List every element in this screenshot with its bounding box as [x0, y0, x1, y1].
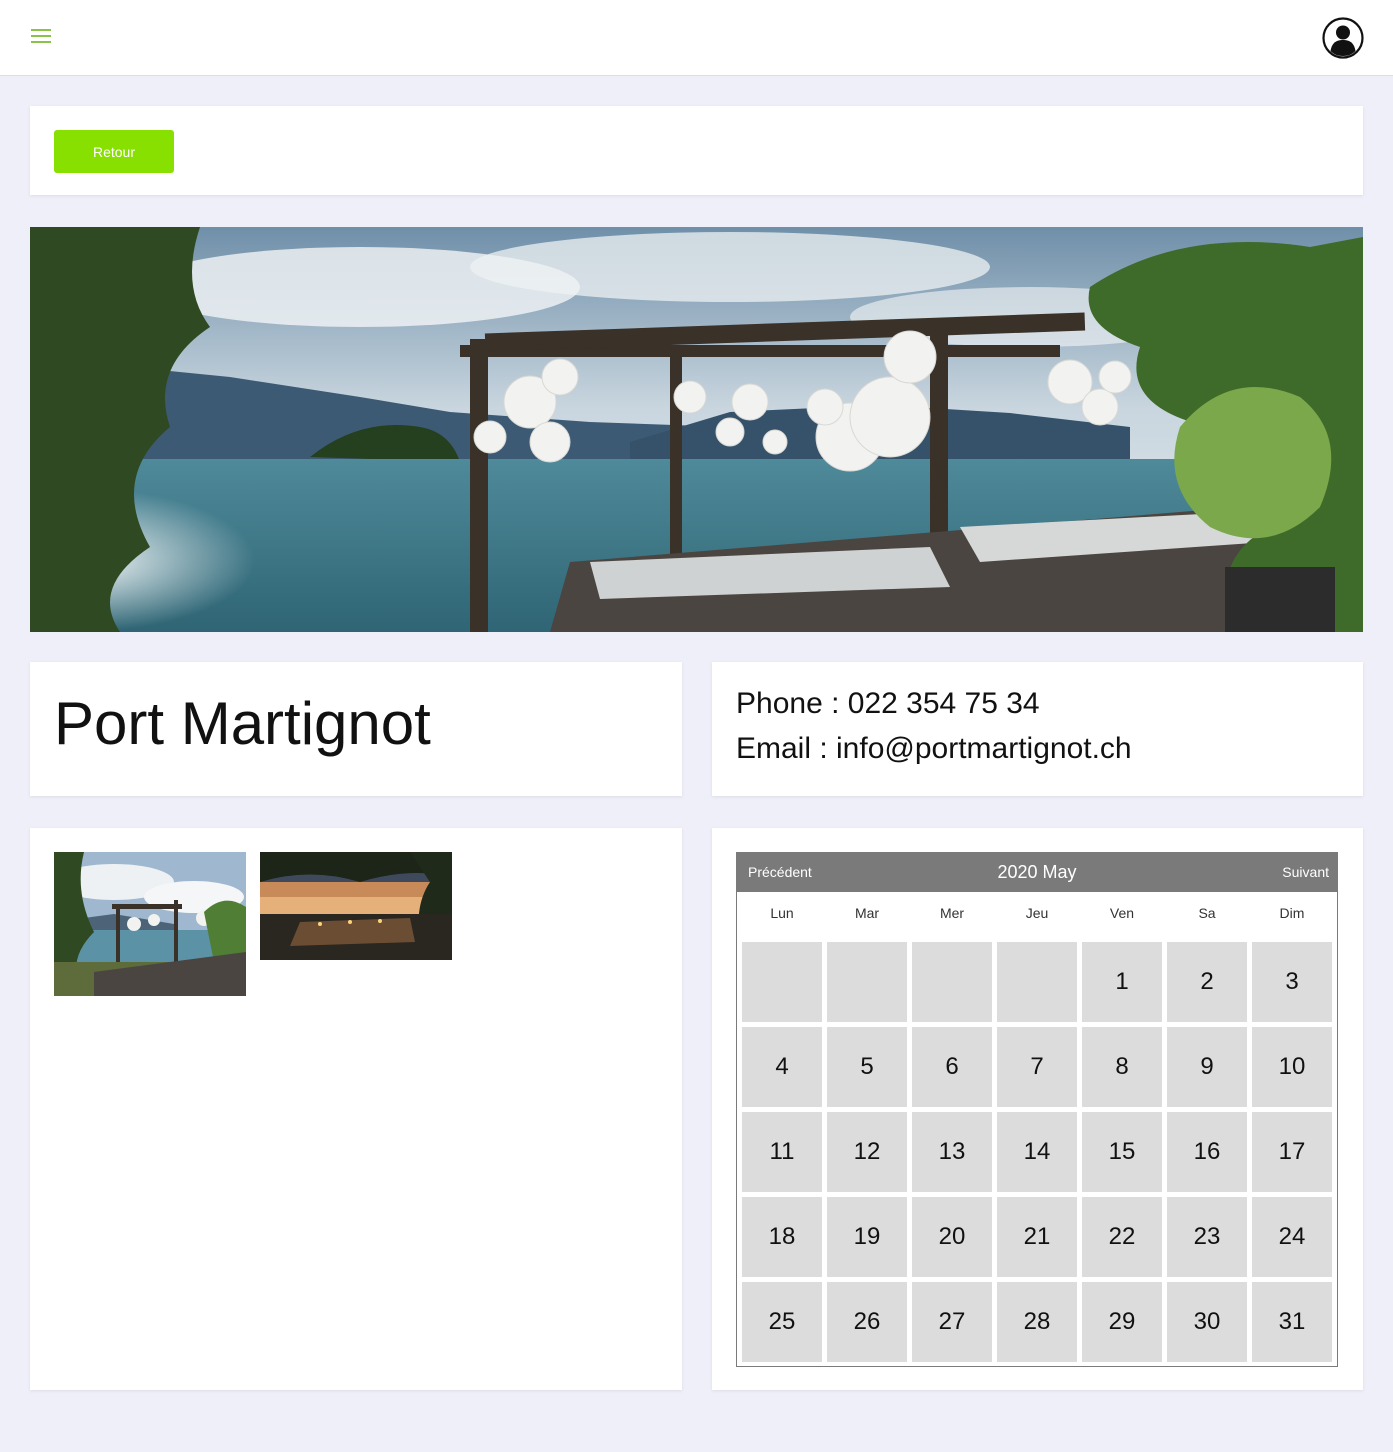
calendar-day-cell[interactable]: 28	[997, 1282, 1077, 1362]
calendar-day-cell[interactable]: 16	[1167, 1112, 1247, 1192]
calendar-day-cell[interactable]: 23	[1167, 1197, 1247, 1277]
calendar-day-cell[interactable]: 21	[997, 1197, 1077, 1277]
calendar-day-cell[interactable]: 15	[1082, 1112, 1162, 1192]
calendar-day-cell[interactable]: 3	[1252, 942, 1332, 1022]
calendar-day-cell[interactable]: 31	[1252, 1282, 1332, 1362]
contact-card: Phone : 022 354 75 34 Email : info@portm…	[712, 662, 1363, 796]
calendar-day-cell[interactable]: 6	[912, 1027, 992, 1107]
calendar-card: Précédent 2020 May Suivant Lun Mar Mer Jeu V…	[712, 828, 1363, 1390]
phone-text: Phone : 022 354 75 34	[736, 687, 1040, 720]
calendar-day-cell[interactable]: 18	[742, 1197, 822, 1277]
calendar-day-cell[interactable]: 17	[1252, 1112, 1332, 1192]
calendar-day-cell[interactable]: 26	[827, 1282, 907, 1362]
calendar-weekday-label: Dim	[1279, 905, 1305, 921]
calendar-day-cell[interactable]: 30	[1167, 1282, 1247, 1362]
calendar-day-cell[interactable]: 1	[1082, 942, 1162, 1022]
calendar-day-cell[interactable]: 8	[1082, 1027, 1162, 1107]
calendar-day-cell[interactable]: 2	[1167, 942, 1247, 1022]
calendar-day-cell[interactable]: 13	[912, 1112, 992, 1192]
calendar-day-cell[interactable]: 12	[827, 1112, 907, 1192]
calendar-day-cell[interactable]: 27	[912, 1282, 992, 1362]
calendar-day-cell[interactable]: 5	[827, 1027, 907, 1107]
calendar-weekday-label: Mer	[939, 905, 965, 921]
actions-card: Retour	[30, 106, 1363, 195]
calendar-weekday-label: Sa	[1198, 905, 1216, 921]
calendar-weekday-label: Mar	[854, 905, 880, 921]
calendar-day-cell[interactable]: 7	[997, 1027, 1077, 1107]
calendar-day-cell[interactable]: 10	[1252, 1027, 1332, 1107]
calendar-empty-cell	[912, 942, 992, 1022]
email-text: Email : info@portmartignot.ch	[736, 732, 1132, 765]
user-avatar-icon[interactable]	[1322, 17, 1364, 59]
calendar-empty-cell	[997, 942, 1077, 1022]
venue-title-card: Port Martignot	[30, 662, 682, 796]
calendar-day-cell[interactable]: 22	[1082, 1197, 1162, 1277]
calendar-empty-cell	[827, 942, 907, 1022]
hamburger-menu-icon[interactable]	[31, 28, 51, 44]
calendar-weekday-row: Lun Mar Mer Jeu Ven Sa Dim	[742, 905, 1337, 925]
calendar: Précédent 2020 May Suivant Lun Mar Mer Jeu V…	[736, 852, 1338, 1367]
calendar-weekday-label: Ven	[1109, 905, 1135, 921]
next-month-button[interactable]: Suivant	[1282, 853, 1329, 892]
top-bar	[0, 0, 1393, 76]
calendar-day-cell[interactable]: 29	[1082, 1282, 1162, 1362]
calendar-day-cell[interactable]: 25	[742, 1282, 822, 1362]
calendar-day-cell[interactable]: 24	[1252, 1197, 1332, 1277]
gallery-card	[30, 828, 682, 1390]
venue-name: Port Martignot	[54, 690, 431, 757]
calendar-empty-cell	[742, 942, 822, 1022]
calendar-month-title: 2020 May	[997, 862, 1077, 882]
calendar-day-cell[interactable]: 19	[827, 1197, 907, 1277]
back-button[interactable]: Retour	[54, 130, 174, 173]
gallery-thumbnail-day[interactable]	[54, 852, 246, 996]
hero-image	[30, 227, 1363, 632]
calendar-day-cell[interactable]: 9	[1167, 1027, 1247, 1107]
calendar-weekday-label: Jeu	[1025, 905, 1049, 921]
gallery-thumbnail-night[interactable]	[260, 852, 452, 960]
calendar-day-cell[interactable]: 4	[742, 1027, 822, 1107]
calendar-day-cell[interactable]: 14	[997, 1112, 1077, 1192]
calendar-header: Précédent 2020 May Suivant	[737, 853, 1337, 892]
calendar-weekday-label: Lun	[770, 905, 794, 921]
calendar-day-grid: 1 2 3 4 5 6 7 8 9 10 11 12 13 14 15 16 17 18 19 20 21 22 23 24 2…	[742, 942, 1337, 1362]
calendar-day-cell[interactable]: 11	[742, 1112, 822, 1192]
calendar-day-cell[interactable]: 20	[912, 1197, 992, 1277]
